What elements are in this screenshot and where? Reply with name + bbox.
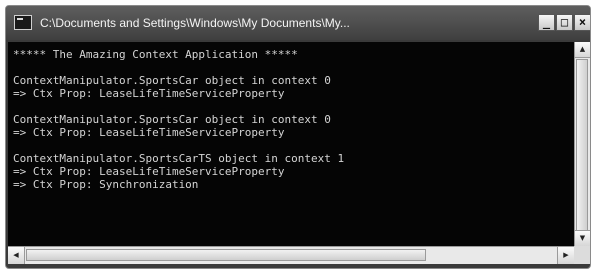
- maximize-button[interactable]: □: [556, 14, 573, 31]
- console-lines: ***** The Amazing Context Application **…: [13, 48, 344, 191]
- scroll-left-icon[interactable]: ◀: [8, 247, 25, 264]
- scroll-down-icon[interactable]: ▼: [575, 230, 590, 246]
- vertical-scrollbar[interactable]: ▲ ▼: [574, 42, 590, 246]
- console-app-icon[interactable]: [14, 15, 32, 30]
- resize-corner[interactable]: [574, 246, 590, 264]
- window-title: C:\Documents and Settings\Windows\My Doc…: [40, 16, 350, 30]
- minimize-button[interactable]: _: [538, 14, 555, 31]
- horizontal-scroll-thumb[interactable]: [26, 249, 426, 261]
- console-line: => Ctx Prop: LeaseLifeTimeServicePropert…: [13, 126, 285, 139]
- console-line: => Ctx Prop: Synchronization: [13, 178, 199, 191]
- vertical-scroll-thumb[interactable]: [576, 59, 588, 231]
- horizontal-scrollbar[interactable]: ◀ ▶: [8, 246, 574, 264]
- scroll-right-icon[interactable]: ▶: [557, 247, 574, 264]
- console-line: => Ctx Prop: LeaseLifeTimeServicePropert…: [13, 165, 285, 178]
- close-button[interactable]: ×: [574, 14, 590, 31]
- scroll-up-icon[interactable]: ▲: [575, 42, 590, 58]
- console-line: ContextManipulator.SportsCar object in c…: [13, 113, 331, 126]
- console-window: C:\Documents and Settings\Windows\My Doc…: [5, 5, 591, 269]
- console-line: ContextManipulator.SportsCar object in c…: [13, 74, 331, 87]
- console-line: => Ctx Prop: LeaseLifeTimeServicePropert…: [13, 87, 285, 100]
- console-output[interactable]: ***** The Amazing Context Application **…: [8, 42, 574, 246]
- title-bar[interactable]: C:\Documents and Settings\Windows\My Doc…: [6, 6, 590, 40]
- console-line: ***** The Amazing Context Application **…: [13, 48, 298, 61]
- console-line: ContextManipulator.SportsCarTS object in…: [13, 152, 345, 165]
